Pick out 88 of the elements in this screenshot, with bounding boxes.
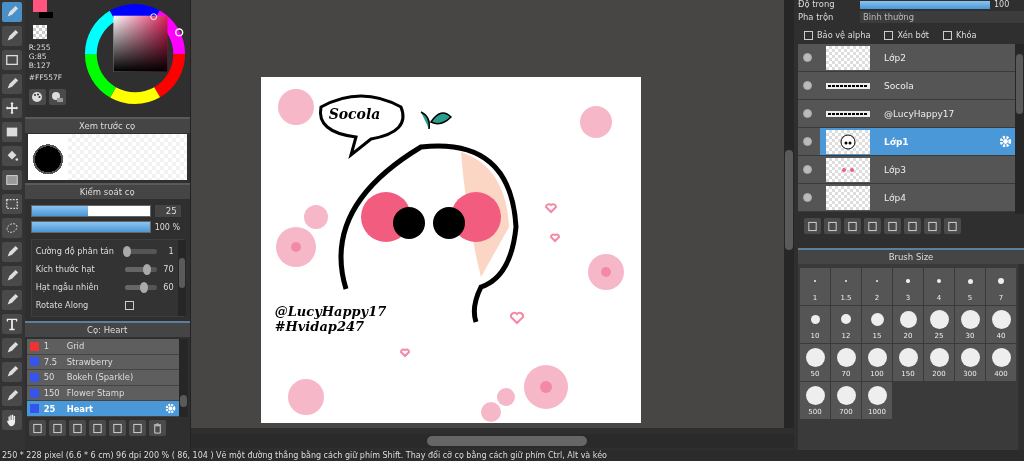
opacity-slider[interactable] [30,221,151,233]
palette-icon[interactable] [28,89,46,105]
option-label: Khóa [955,30,977,40]
layer-name: Lớp3 [884,164,907,175]
layer-opacity-value: 100 [994,0,1010,9]
pen-icon[interactable] [2,2,23,22]
opacity-label: Độ trong [798,0,836,9]
brush-size: 1 [43,341,50,352]
gear-icon[interactable] [999,135,1012,148]
gear-icon[interactable] [164,403,176,415]
layer-opacity-slider[interactable] [860,1,990,9]
option-label: Rotate Along [35,300,90,310]
parameter-label: Hạt ngẫu nhiên [35,282,100,292]
panel-title: Cọ: Heart [86,325,128,335]
option-label: Xén bớt [897,30,929,40]
panel-title: Brush Size [888,252,934,262]
scrollbar[interactable] [177,240,186,316]
palette-settings-icon[interactable] [48,89,66,105]
pen-icon[interactable] [2,362,23,382]
gradient-icon[interactable] [2,170,23,190]
brush-name: Bokeh (Sparkle) [66,372,135,383]
foreground-color-swatch[interactable] [32,0,47,12]
canvas-text: Socola [328,107,381,122]
opacity-value: 100 % [154,222,181,232]
brush-name: Flower Stamp [66,388,126,399]
visibility-toggle[interactable] [803,165,812,174]
text-icon[interactable] [2,314,23,334]
canvas-text: #Hvidap247 [274,319,366,334]
horizontal-scrollbar[interactable] [190,434,794,448]
drawing-canvas[interactable]: Socola @LucyHappy17 #Hvidap247 [260,77,641,423]
brush-list-item[interactable]: 1 Grid [26,339,179,355]
brush-size-value[interactable]: 25 [154,205,181,217]
brush-name: Strawberry [66,356,114,367]
layer-name: Socola [884,80,915,91]
brush-size: 150 [43,388,61,399]
layer-thumbnail [826,82,870,89]
checkbox[interactable] [942,30,952,40]
brush-size: 7.5 [43,356,58,367]
visibility-toggle[interactable] [803,109,812,118]
vertical-scrollbar[interactable] [784,0,794,428]
parameter-slider[interactable] [124,266,157,272]
rectangle-icon[interactable] [2,50,23,70]
transparent-color-swatch[interactable] [32,25,47,39]
checkbox[interactable] [804,30,813,40]
layer-thumbnail [826,110,870,117]
rectangle-select-icon[interactable] [2,194,23,214]
move-icon[interactable] [2,98,23,118]
lasso-icon[interactable] [2,218,23,238]
blend-mode-label: Pha trộn [798,11,835,22]
visibility-toggle[interactable] [803,193,812,202]
brush-name: Grid [66,341,86,352]
scrollbar[interactable] [1015,44,1024,214]
checkbox[interactable] [884,30,894,40]
parameter-slider[interactable] [124,248,157,254]
layer-thumbnail [826,157,870,182]
parameter-label: Cường độ phân tán [35,246,115,256]
scrollbar[interactable] [178,339,188,417]
layer-name: Lớp1 [884,136,910,147]
brush-size: 50 [43,372,56,383]
layer-thumbnail [826,129,870,154]
visibility-toggle[interactable] [803,81,812,90]
brush-list-item[interactable]: 50 Bokeh (Sparkle) [26,370,179,386]
visibility-toggle[interactable] [803,53,812,62]
parameter-value: 1 [167,246,174,256]
panel-title: Kiểm soát cọ [79,187,135,197]
panel-title: Xem trước cọ [78,121,136,131]
brush-size: 25 [43,403,57,414]
canvas-text: @LucyHappy17 [274,304,387,319]
brush-size-slider[interactable] [30,205,151,217]
hand-icon[interactable] [2,410,23,430]
status-text: 250 * 228 pixel (6.6 * 6 cm) 96 dpi 200 % ( 86, 104 ) Vẽ một đường thẳng bằng cách giữ phím Shift. Thay đổi cỡ cọ bằng cách giữ phím Ctrl, Alt và kéo [1,450,608,461]
background-color-swatch[interactable] [38,12,53,18]
parameter-label: Kích thước hạt [35,264,96,274]
visibility-toggle[interactable] [803,137,812,146]
checkbox[interactable] [124,300,134,310]
layer-thumbnail [826,45,870,70]
option-label: Bảo vệ alpha [817,30,871,40]
parameter-value: 60 [162,282,174,292]
layer-name: Lớp2 [884,52,907,63]
parameter-slider[interactable] [124,284,157,290]
bucket-icon[interactable] [2,146,23,166]
brush-name: Heart [66,403,95,414]
blend-mode-dropdown[interactable]: Bình thường [860,10,1024,23]
fill-rectangle-icon[interactable] [2,122,23,142]
parameter-value: 70 [162,264,174,274]
layer-thumbnail [826,185,870,210]
layer-name: Lớp4 [884,192,907,203]
layer-name: @LucyHappy17 [884,108,956,119]
